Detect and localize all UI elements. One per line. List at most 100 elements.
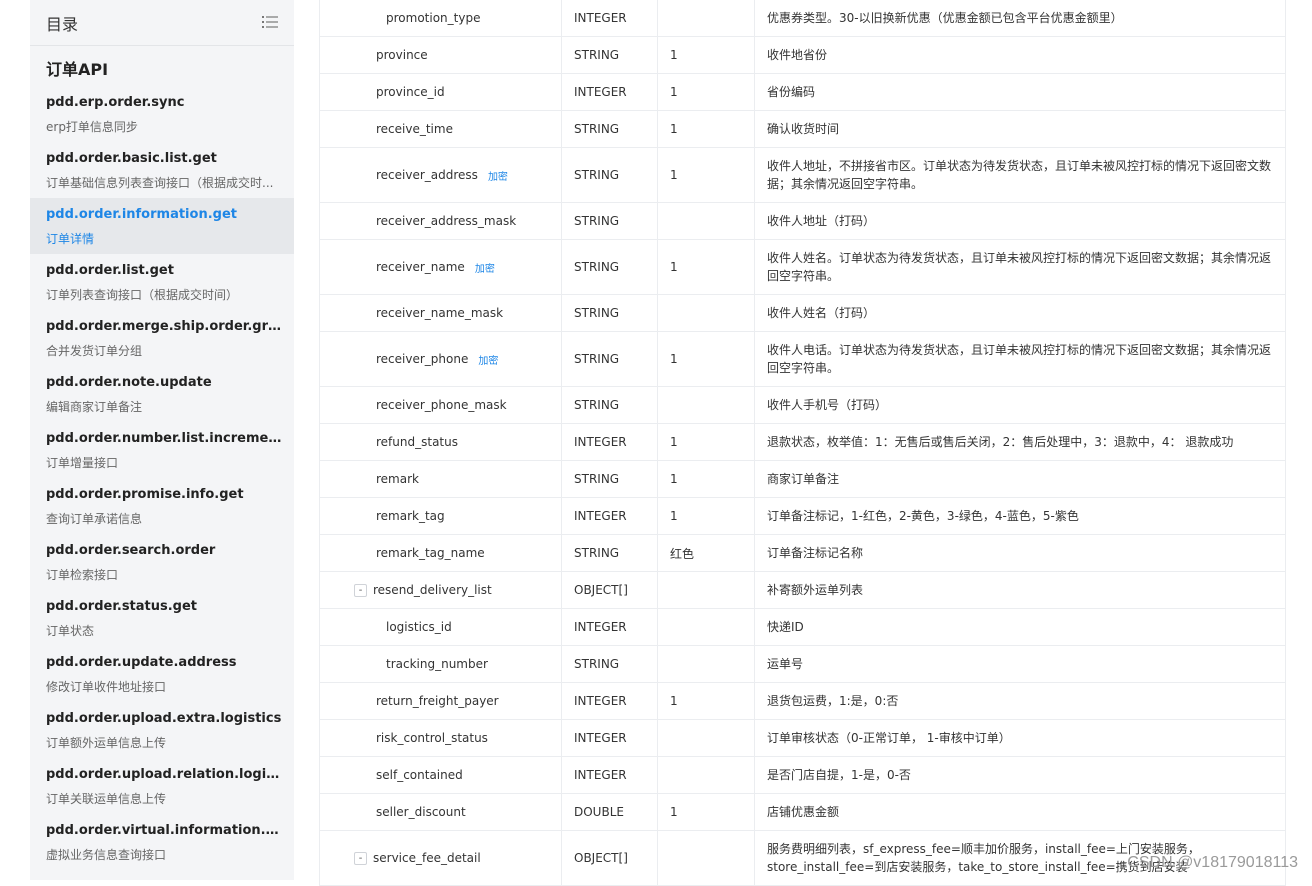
- collapse-toggle-button[interactable]: -: [354, 583, 367, 597]
- sidebar-api-item[interactable]: pdd.order.upload.relation.logistics 订单关联运…: [30, 758, 294, 814]
- encrypted-badge: 加密: [487, 171, 508, 183]
- table-row: receiver_phone 加密 STRING 1 收件人电话。订单状态为待发货状态，…: [319, 332, 1286, 387]
- field-type-cell: INTEGER: [561, 424, 657, 460]
- api-item-desc: 查询订单承诺信息: [46, 512, 143, 526]
- table-row: tracking_number STRING 运单号: [319, 646, 1286, 683]
- field-example-cell: 1: [657, 332, 754, 386]
- field-name: province_id: [376, 85, 445, 99]
- sidebar-api-item[interactable]: pdd.order.status.get 订单状态: [30, 590, 294, 646]
- field-name-cell: promotion_type: [320, 0, 561, 36]
- field-description-cell: 快递ID: [754, 609, 1285, 645]
- api-item-desc: 订单关联运单信息上传: [46, 792, 167, 806]
- field-name-cell: remark: [320, 461, 561, 497]
- api-item-name: pdd.order.virtual.information.get: [46, 823, 282, 838]
- field-example-cell: 1: [657, 498, 754, 534]
- field-description-cell: 退款状态，枚举值：1：无售后或售后关闭，2：售后处理中，3：退款中，4： 退款成…: [754, 424, 1285, 460]
- field-name-cell: receiver_name_mask: [320, 295, 561, 331]
- field-description-cell: 省份编码: [754, 74, 1285, 110]
- field-name: return_freight_payer: [376, 694, 499, 708]
- sidebar-api-item[interactable]: pdd.order.basic.list.get 订单基础信息列表查询接口（根据成…: [30, 142, 294, 198]
- list-icon[interactable]: [262, 15, 278, 29]
- api-item-name: pdd.order.upload.extra.logistics: [46, 711, 282, 726]
- field-example-cell: [657, 720, 754, 756]
- field-description-cell: 收件人姓名。订单状态为待发货状态，且订单未被风控打标的情况下返回密文数据；其余情…: [754, 240, 1285, 294]
- api-item-desc: 修改订单收件地址接口: [46, 680, 167, 694]
- field-example-cell: 1: [657, 37, 754, 73]
- api-item-name: pdd.order.promise.info.get: [46, 487, 244, 502]
- field-type-cell: STRING: [561, 295, 657, 331]
- sidebar-api-item[interactable]: pdd.order.promise.info.get 查询订单承诺信息: [30, 478, 294, 534]
- sidebar-api-item[interactable]: pdd.order.number.list.increment.... 订单增量接…: [30, 422, 294, 478]
- field-description-cell: 补寄额外运单列表: [754, 572, 1285, 608]
- table-row: receiver_name 加密 STRING 1 收件人姓名。订单状态为待发货状态，且…: [319, 240, 1286, 295]
- field-description-cell: 确认收货时间: [754, 111, 1285, 147]
- api-item-name: pdd.erp.order.sync: [46, 95, 185, 110]
- field-description-cell: 运单号: [754, 646, 1285, 682]
- field-example-cell: [657, 831, 754, 885]
- sidebar-api-item[interactable]: pdd.order.upload.extra.logistics 订单额外运单信息…: [30, 702, 294, 758]
- field-name: receiver_name_mask: [376, 306, 504, 320]
- field-name-cell: logistics_id: [320, 609, 561, 645]
- table-row: logistics_id INTEGER 快递ID: [319, 609, 1286, 646]
- field-type-cell: INTEGER: [561, 609, 657, 645]
- field-name: promotion_type: [386, 11, 481, 25]
- field-description-cell: 收件人地址（打码）: [754, 203, 1285, 239]
- watermark: CSDN @v18179018113: [1127, 854, 1298, 871]
- field-name: self_contained: [376, 768, 463, 782]
- api-group-title: 订单API: [46, 60, 109, 79]
- field-example-cell: 1: [657, 461, 754, 497]
- collapse-toggle-button[interactable]: -: [354, 851, 367, 865]
- sidebar-api-item[interactable]: pdd.order.update.address 修改订单收件地址接口: [30, 646, 294, 702]
- api-item-name: pdd.order.note.update: [46, 375, 212, 390]
- field-example-cell: [657, 0, 754, 36]
- field-type-cell: STRING: [561, 203, 657, 239]
- field-name-cell: receiver_phone_mask: [320, 387, 561, 423]
- field-name-cell: return_freight_payer: [320, 683, 561, 719]
- table-row: receiver_address 加密 STRING 1 收件人地址，不拼接省市区。订单…: [319, 148, 1286, 203]
- field-example-cell: [657, 757, 754, 793]
- sidebar-api-item[interactable]: pdd.order.merge.ship.order.group 合并发货订单分组: [30, 310, 294, 366]
- field-description-cell: 收件人电话。订单状态为待发货状态，且订单未被风控打标的情况下返回密文数据；其余情…: [754, 332, 1285, 386]
- field-name: receiver_name: [376, 260, 465, 274]
- api-item-desc: 订单增量接口: [46, 456, 119, 470]
- encrypted-badge: 加密: [478, 355, 499, 367]
- sidebar-api-item[interactable]: pdd.erp.order.sync erp打单信息同步: [30, 86, 294, 142]
- api-item-desc: 虚拟业务信息查询接口: [46, 848, 167, 862]
- field-type-cell: STRING: [561, 240, 657, 294]
- field-example-cell: 1: [657, 111, 754, 147]
- sidebar-api-item[interactable]: pdd.order.virtual.information.get 虚拟业务信息查…: [30, 814, 294, 870]
- field-name: receiver_phone: [376, 352, 469, 366]
- field-type-cell: INTEGER: [561, 683, 657, 719]
- sidebar-api-item[interactable]: pdd.order.list.get 订单列表查询接口（根据成交时间）: [30, 254, 294, 310]
- field-name-cell: remark_tag: [320, 498, 561, 534]
- api-item-desc: 编辑商家订单备注: [46, 400, 143, 414]
- field-example-cell: 红色: [657, 535, 754, 571]
- field-type-cell: STRING: [561, 387, 657, 423]
- field-name: logistics_id: [386, 620, 452, 634]
- field-name: receiver_address: [376, 168, 478, 182]
- field-example-cell: 1: [657, 240, 754, 294]
- field-name-cell: receiver_address_mask: [320, 203, 561, 239]
- field-name-cell: receiver_phone 加密: [320, 332, 561, 386]
- field-name: province: [376, 48, 428, 62]
- field-name-cell: receiver_name 加密: [320, 240, 561, 294]
- sidebar-api-item[interactable]: pdd.order.note.update 编辑商家订单备注: [30, 366, 294, 422]
- field-example-cell: [657, 572, 754, 608]
- field-example-cell: [657, 609, 754, 645]
- field-type-cell: INTEGER: [561, 0, 657, 36]
- field-name: remark: [376, 472, 419, 486]
- field-example-cell: 1: [657, 424, 754, 460]
- table-row: self_contained INTEGER 是否门店自提，1-是，0-否: [319, 757, 1286, 794]
- table-row: remark STRING 1 商家订单备注: [319, 461, 1286, 498]
- api-item-desc: 订单列表查询接口（根据成交时间）: [46, 288, 239, 302]
- field-type-cell: STRING: [561, 535, 657, 571]
- table-row: refund_status INTEGER 1 退款状态，枚举值：1：无售后或售后关闭…: [319, 424, 1286, 461]
- field-name-cell: receive_time: [320, 111, 561, 147]
- field-type-cell: DOUBLE: [561, 794, 657, 830]
- api-item-name: pdd.order.upload.relation.logistics: [46, 767, 282, 782]
- field-name-cell: tracking_number: [320, 646, 561, 682]
- field-name: remark_tag_name: [376, 546, 485, 560]
- field-description-cell: 收件地省份: [754, 37, 1285, 73]
- sidebar-api-item[interactable]: pdd.order.information.get 订单详情: [30, 198, 294, 254]
- sidebar-api-item[interactable]: pdd.order.search.order 订单检索接口: [30, 534, 294, 590]
